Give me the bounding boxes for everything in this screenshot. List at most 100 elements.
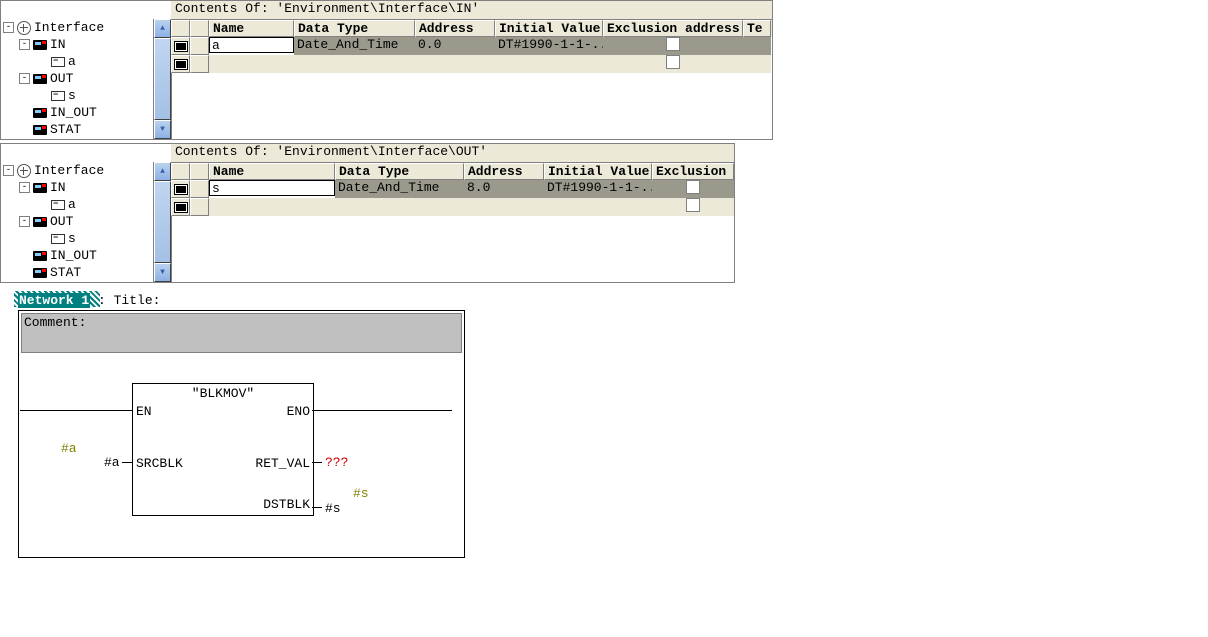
tree-stat[interactable]: STAT [1,264,171,281]
blkmov-block[interactable]: "BLKMOV" EN ENO SRCBLK RET_VAL DSTBLK [132,383,314,516]
collapse-icon[interactable]: - [3,22,14,33]
pane-title: Contents Of: 'Environment\Interface\OUT' [171,144,734,163]
tree-var-s[interactable]: s [1,230,171,247]
tree-scrollbar[interactable]: ▲ ▼ [153,162,171,282]
interface-icon [17,164,31,178]
cell-init[interactable]: DT#1990-1-1-... [495,37,603,55]
collapse-icon[interactable]: - [19,182,30,193]
tree-label: Interface [34,163,104,178]
col-name[interactable]: Name [209,163,335,180]
tree-out-folder[interactable]: - OUT [1,70,171,87]
tree-in-folder[interactable]: - IN [1,179,171,196]
row-marker[interactable] [171,180,190,198]
var-icon [174,202,188,213]
scroll-thumb[interactable] [154,181,171,263]
grid-row-empty[interactable] [171,198,734,216]
wire-en [20,410,132,411]
pane-title: Contents Of: 'Environment\Interface\IN' [171,1,772,20]
network-body: Comment: "BLKMOV" EN ENO SRCBLK RET_VAL … [18,310,465,558]
cell-excl[interactable] [603,37,743,55]
wire-src [122,462,132,463]
col-addr[interactable]: Address [464,163,544,180]
folder-icon [33,74,47,84]
scroll-thumb[interactable] [154,38,171,120]
tree-out-folder[interactable]: - OUT [1,213,171,230]
tree-label: IN [50,37,66,52]
port-eno: ENO [287,404,310,419]
tree-label: IN_OUT [50,105,97,120]
name-input[interactable] [209,37,294,53]
scroll-up-icon[interactable]: ▲ [154,19,171,38]
col-excl[interactable]: Exclusion address [603,20,743,37]
wire-eno [312,410,452,411]
block-name: "BLKMOV" [133,386,313,401]
cell-addr: 0.0 [415,37,495,55]
var-icon [174,184,188,195]
collapse-icon[interactable]: - [3,165,14,176]
tree-inout[interactable]: IN_OUT [1,104,171,121]
checkbox-icon[interactable] [686,180,700,194]
row-marker[interactable] [171,37,190,55]
col-init[interactable]: Initial Value [544,163,652,180]
label-retval-unknown: ??? [325,455,348,470]
tree-in: - Interface - IN a - OUT s IN_OUT STA [1,19,172,139]
col-type[interactable]: Data Type [294,20,415,37]
cell-type[interactable]: Date_And_Time [294,37,415,55]
scroll-up-icon[interactable]: ▲ [154,162,171,181]
label-a-hash: #a [61,441,77,456]
port-srcblk: SRCBLK [136,456,183,471]
col-addr[interactable]: Address [415,20,495,37]
folder-icon [33,217,47,227]
param-icon [51,91,65,101]
label-s-hash: #s [353,486,369,501]
checkbox-icon[interactable] [666,55,680,69]
header-lead [171,20,190,37]
cell-init[interactable]: DT#1990-1-1-... [544,180,652,198]
tree-inout[interactable]: IN_OUT [1,247,171,264]
col-te[interactable]: Te [743,20,771,37]
tree-scrollbar[interactable]: ▲ ▼ [153,19,171,139]
tree-var-a[interactable]: a [1,196,171,213]
port-en: EN [136,404,152,419]
grid-row[interactable]: Date_And_Time 0.0 DT#1990-1-1-... [171,37,772,55]
grid-row[interactable]: Date_And_Time 8.0 DT#1990-1-1-... [171,180,734,198]
name-input[interactable] [209,180,335,196]
cell-type[interactable]: Date_And_Time [335,180,464,198]
pane-in: - Interface - IN a - OUT s IN_OUT STA [0,0,773,140]
row-marker[interactable] [171,55,190,73]
tree-stat[interactable]: STAT [1,121,171,138]
tree-root[interactable]: - Interface [1,162,171,179]
network-label[interactable]: Network 1 [18,293,90,308]
checkbox-icon[interactable] [666,37,680,51]
folder-icon [33,108,47,118]
folder-icon [33,40,47,50]
collapse-icon[interactable]: - [19,73,30,84]
interface-icon [17,21,31,35]
scroll-down-icon[interactable]: ▼ [154,263,171,282]
tree-label: s [68,88,76,103]
wire-ret [312,462,322,463]
tree-var-s[interactable]: s [1,87,171,104]
collapse-icon[interactable]: - [19,216,30,227]
cell-addr: 8.0 [464,180,544,198]
folder-icon [33,251,47,261]
col-init[interactable]: Initial Value [495,20,603,37]
grid-row-empty[interactable] [171,55,772,73]
comment-box[interactable]: Comment: [21,313,462,353]
tree-label: IN [50,180,66,195]
grid-header: Name Data Type Address Initial Value Exc… [171,163,734,180]
col-excl[interactable]: Exclusion [652,163,734,180]
tree-var-a[interactable]: a [1,53,171,70]
param-icon [51,57,65,67]
row-marker[interactable] [171,198,190,216]
tree-in-folder[interactable]: - IN [1,36,171,53]
folder-icon [33,183,47,193]
header-icon [190,20,209,37]
collapse-icon[interactable]: - [19,39,30,50]
checkbox-icon[interactable] [686,198,700,212]
col-type[interactable]: Data Type [335,163,464,180]
folder-icon [33,268,47,278]
scroll-down-icon[interactable]: ▼ [154,120,171,139]
tree-root[interactable]: - Interface [1,19,171,36]
col-name[interactable]: Name [209,20,294,37]
